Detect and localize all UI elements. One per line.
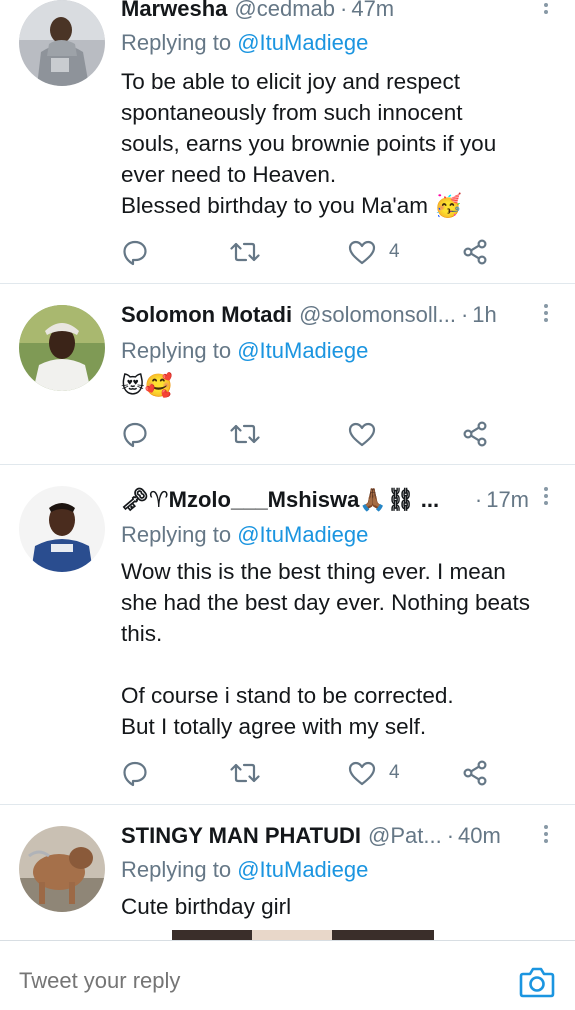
tweet-text: Wow this is the best thing ever. I mean … bbox=[121, 556, 555, 742]
author-name[interactable]: Solomon Motadi bbox=[121, 302, 292, 328]
reply-icon bbox=[123, 422, 147, 448]
timestamp[interactable]: 17m bbox=[486, 487, 529, 513]
more-vertical-icon[interactable] bbox=[543, 487, 549, 509]
tweet-reply-input[interactable] bbox=[19, 968, 479, 994]
text-line: To be able to elicit joy and respect bbox=[121, 69, 460, 94]
mention-link[interactable]: @ItuMadiege bbox=[237, 30, 368, 55]
mention-link[interactable]: @ItuMadiege bbox=[237, 522, 368, 547]
mention-link[interactable]: @ItuMadiege bbox=[237, 857, 368, 882]
text-line: Blessed birthday to you Ma'am 🥳 bbox=[121, 193, 463, 218]
replying-to-label: Replying to bbox=[121, 30, 232, 55]
media-preview[interactable] bbox=[172, 930, 434, 940]
heart-icon bbox=[348, 761, 376, 786]
text-line: Of course i stand to be corrected. bbox=[121, 683, 454, 708]
text-line: spontaneously from such innocent bbox=[121, 100, 463, 125]
timestamp[interactable]: 47m bbox=[351, 0, 394, 22]
timestamp[interactable]: 40m bbox=[458, 823, 501, 849]
retweet-button[interactable] bbox=[229, 757, 261, 789]
text-line: But I totally agree with my self. bbox=[121, 714, 427, 739]
separator-dot: · bbox=[446, 823, 455, 848]
avatar[interactable] bbox=[19, 0, 105, 86]
tweet[interactable]: Solomon Motadi @solomonsoll... · 1h Repl… bbox=[0, 284, 575, 465]
text-line: souls, earns you brownie points if you bbox=[121, 131, 497, 156]
author-name[interactable]: 🗝♈Mzolo___Mshiswa🙏🏾⛓ ... bbox=[121, 487, 439, 513]
separator-dot: · bbox=[460, 302, 469, 327]
camera-icon bbox=[519, 967, 555, 998]
reply-composer bbox=[0, 940, 575, 1010]
replying-to-label: Replying to bbox=[121, 522, 232, 547]
tweet[interactable]: STINGY MAN PHATUDI @Pat... · 40m Replyin… bbox=[0, 805, 575, 940]
retweet-button[interactable] bbox=[229, 418, 261, 450]
separator-dot: · bbox=[340, 0, 348, 21]
reply-feed: Marwesha @cedmab · 47m Replying to @ItuM… bbox=[0, 0, 575, 940]
share-icon bbox=[463, 760, 487, 786]
share-icon bbox=[463, 239, 487, 265]
more-vertical-icon[interactable] bbox=[543, 304, 549, 326]
like-count: 4 bbox=[389, 241, 400, 262]
retweet-icon bbox=[230, 424, 260, 444]
text-line: this. bbox=[121, 621, 163, 646]
replying-to-label: Replying to bbox=[121, 857, 232, 882]
author-handle[interactable]: @cedmab bbox=[234, 0, 335, 22]
share-icon bbox=[463, 421, 487, 447]
replying-to-label: Replying to bbox=[121, 338, 232, 363]
share-button[interactable] bbox=[461, 757, 489, 789]
retweet-button[interactable] bbox=[229, 236, 261, 268]
more-vertical-icon[interactable] bbox=[543, 0, 549, 18]
reply-icon bbox=[123, 761, 147, 787]
tweet[interactable]: 🗝♈Mzolo___Mshiswa🙏🏾⛓ ... · 17m Replying … bbox=[0, 465, 575, 805]
author-handle[interactable]: @Pat... bbox=[368, 823, 442, 849]
heart-icon bbox=[348, 422, 376, 447]
camera-button[interactable] bbox=[519, 965, 555, 1004]
tweet-text: Cute birthday girl bbox=[121, 891, 555, 922]
reply-button[interactable] bbox=[121, 757, 149, 789]
replying-to: Replying to @ItuMadiege bbox=[121, 30, 368, 56]
share-button[interactable] bbox=[461, 236, 489, 268]
text-line: Cute birthday girl bbox=[121, 894, 292, 919]
tweet-actions: 4 bbox=[121, 757, 501, 789]
reply-button[interactable] bbox=[121, 236, 149, 268]
author-name[interactable]: Marwesha bbox=[121, 0, 227, 22]
tweet-text: To be able to elicit joy and respect spo… bbox=[121, 66, 555, 221]
like-button[interactable]: 4 bbox=[347, 236, 400, 268]
more-vertical-icon[interactable] bbox=[543, 825, 549, 847]
text-line bbox=[121, 649, 555, 680]
retweet-icon bbox=[230, 763, 260, 783]
author-handle[interactable]: @solomonsoll... bbox=[299, 302, 456, 328]
tweet-header: 🗝♈Mzolo___Mshiswa🙏🏾⛓ ... · 17m bbox=[121, 487, 529, 517]
tweet[interactable]: Marwesha @cedmab · 47m Replying to @ItuM… bbox=[0, 0, 575, 284]
mention-link[interactable]: @ItuMadiege bbox=[237, 338, 368, 363]
reply-icon bbox=[123, 240, 147, 266]
tweet-header: Solomon Motadi @solomonsoll... · 1h bbox=[121, 302, 529, 332]
tweet-actions: 4 bbox=[121, 236, 501, 268]
tweet-header: Marwesha @cedmab · 47m bbox=[121, 0, 529, 26]
replying-to: Replying to @ItuMadiege bbox=[121, 522, 368, 548]
like-button[interactable]: 4 bbox=[347, 757, 400, 789]
avatar[interactable] bbox=[19, 486, 105, 572]
tweet-header: STINGY MAN PHATUDI @Pat... · 40m bbox=[121, 823, 529, 853]
avatar[interactable] bbox=[19, 305, 105, 391]
reply-button[interactable] bbox=[121, 418, 149, 450]
avatar[interactable] bbox=[19, 826, 105, 912]
text-line: Wow this is the best thing ever. I mean bbox=[121, 559, 506, 584]
text-line: ever need to Heaven. bbox=[121, 162, 337, 187]
author-name[interactable]: STINGY MAN PHATUDI bbox=[121, 823, 361, 849]
heart-icon bbox=[348, 240, 376, 265]
share-button[interactable] bbox=[461, 418, 489, 450]
text-line: 😻🥰 bbox=[121, 373, 173, 398]
text-line: she had the best day ever. Nothing beats bbox=[121, 590, 531, 615]
retweet-icon bbox=[230, 242, 260, 262]
separator-dot: · bbox=[474, 487, 483, 512]
tweet-text: 😻🥰 bbox=[121, 370, 555, 401]
like-button[interactable] bbox=[347, 418, 389, 450]
tweet-actions bbox=[121, 418, 501, 450]
timestamp[interactable]: 1h bbox=[472, 302, 496, 328]
like-count: 4 bbox=[389, 762, 400, 783]
replying-to: Replying to @ItuMadiege bbox=[121, 857, 368, 883]
replying-to: Replying to @ItuMadiege bbox=[121, 338, 368, 364]
